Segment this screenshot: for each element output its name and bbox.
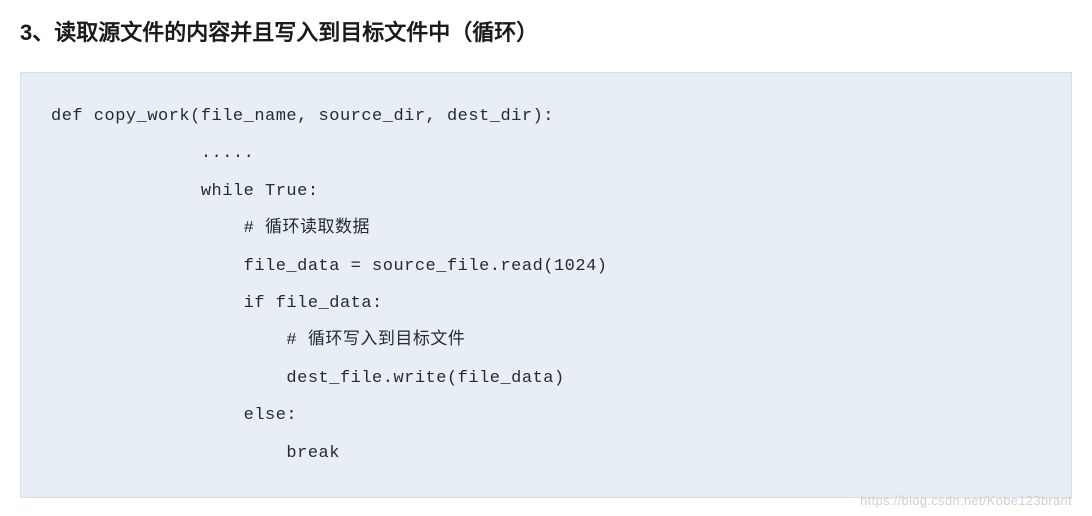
code-line: file_data = source_file.read(1024) [51,248,1041,285]
code-line: while True: [51,173,1041,210]
code-line: def copy_work(file_name, source_dir, des… [51,98,1041,135]
code-line: # 循环写入到目标文件 [51,322,1041,359]
code-line: ..... [51,135,1041,172]
code-block: def copy_work(file_name, source_dir, des… [20,72,1072,498]
watermark-text: https://blog.csdn.net/Kobe123brant [860,493,1072,508]
code-line: else: [51,397,1041,434]
code-line: break [51,435,1041,472]
code-line: if file_data: [51,285,1041,322]
code-line: # 循环读取数据 [51,210,1041,247]
section-heading: 3、读取源文件的内容并且写入到目标文件中（循环） [20,15,1072,47]
code-line: dest_file.write(file_data) [51,360,1041,397]
